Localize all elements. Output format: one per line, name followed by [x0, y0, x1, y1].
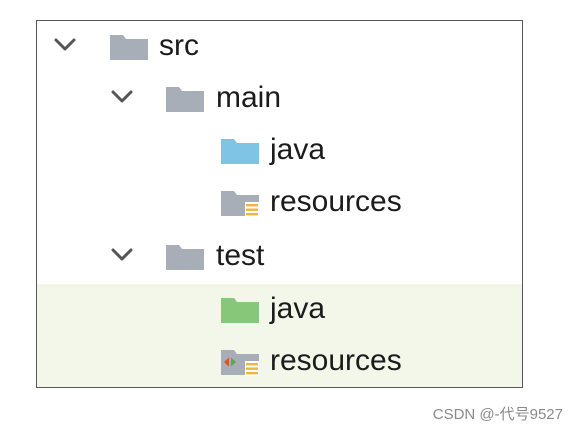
- tree-label-src: src: [159, 29, 199, 62]
- tree-row-src[interactable]: src: [37, 21, 522, 73]
- folder-icon: [110, 35, 148, 60]
- folder-icon: [166, 87, 204, 112]
- folder-icon: [166, 245, 204, 270]
- tree-label-main: main: [216, 81, 282, 114]
- tree-label-main-java: java: [270, 133, 326, 166]
- tree-row-test-resources[interactable]: resources: [37, 336, 522, 387]
- chevron-down-icon[interactable]: [110, 245, 134, 265]
- project-tree-panel: src main java resources test java resour…: [36, 20, 523, 388]
- tree-row-test[interactable]: test: [37, 231, 522, 283]
- source-root-folder-icon: [221, 139, 259, 164]
- screenshot-canvas: src main java resources test java resour…: [0, 0, 577, 432]
- tree-label-test-resources: resources: [270, 344, 402, 377]
- chevron-down-icon[interactable]: [53, 35, 77, 55]
- tree-label-main-resources: resources: [270, 185, 402, 218]
- watermark: CSDN @-代号9527: [432, 406, 563, 423]
- test-resources-root-folder-icon: [221, 350, 259, 376]
- tree-label-test-java: java: [270, 292, 326, 325]
- tree-row-main-java[interactable]: java: [37, 125, 522, 177]
- resources-root-folder-icon: [221, 191, 259, 217]
- tree-row-test-java[interactable]: java: [37, 284, 522, 336]
- tree-row-main[interactable]: main: [37, 73, 522, 125]
- tree-label-test: test: [216, 239, 265, 272]
- tree-row-main-resources[interactable]: resources: [37, 177, 522, 229]
- chevron-down-icon[interactable]: [110, 87, 134, 107]
- test-source-root-folder-icon: [221, 298, 259, 323]
